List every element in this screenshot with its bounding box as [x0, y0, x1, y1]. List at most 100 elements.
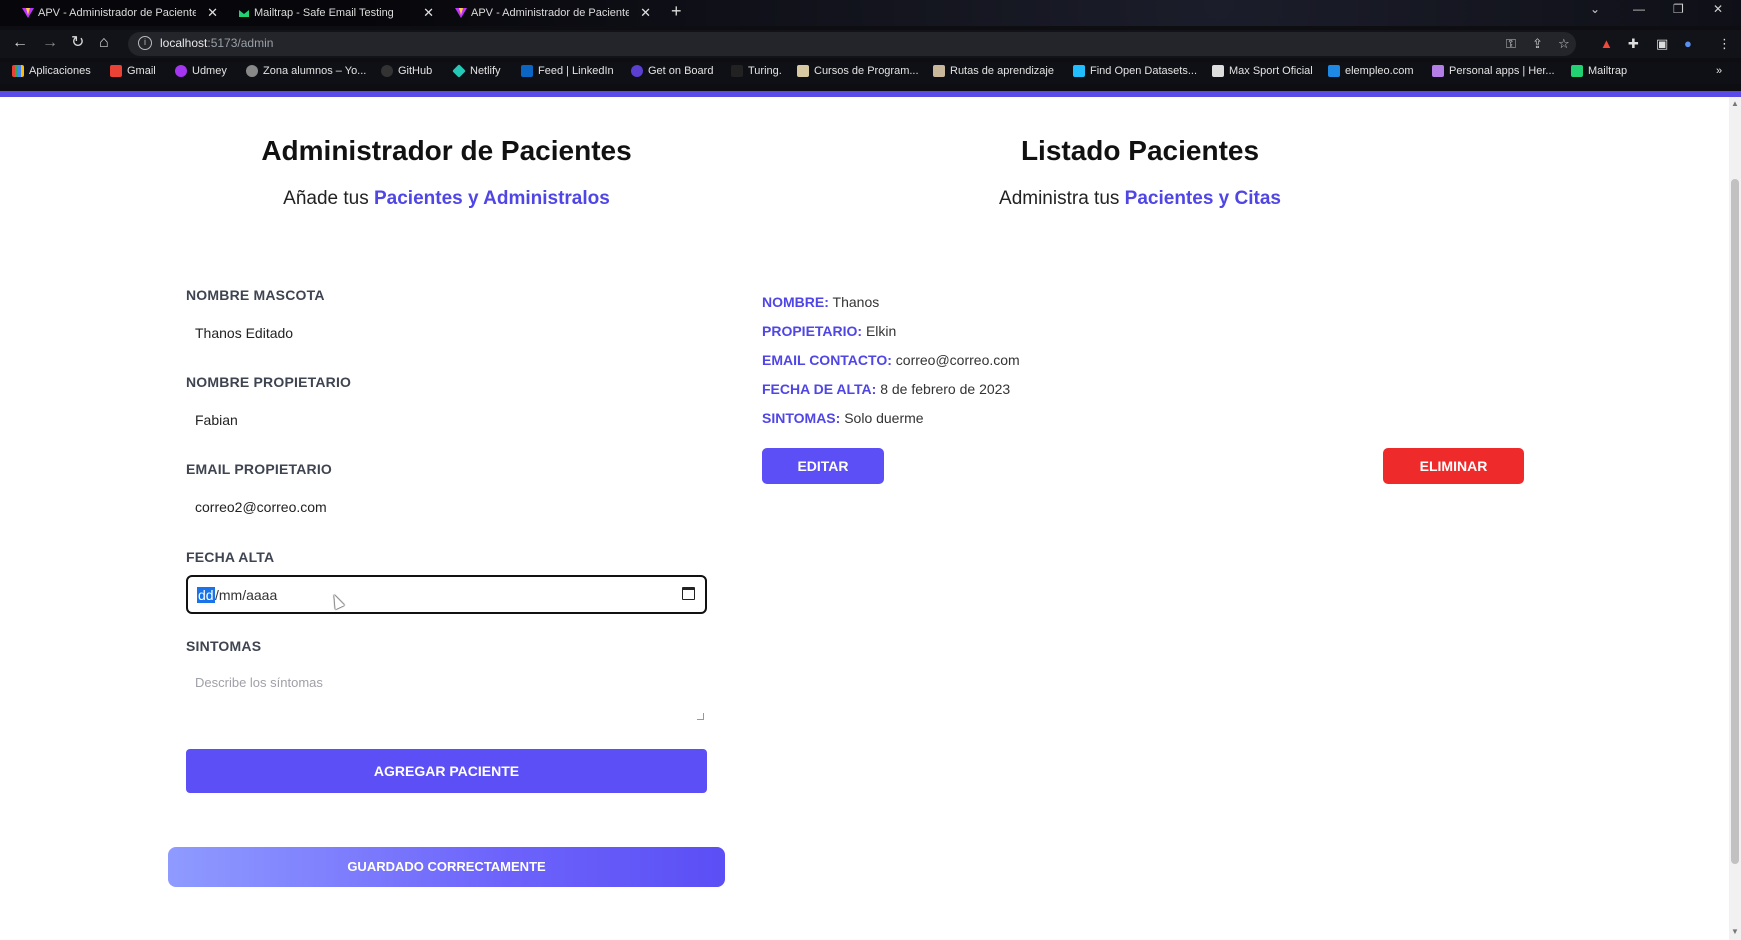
close-icon[interactable]: ✕ [640, 5, 651, 21]
browser-chrome: APV - Administrador de Pacientes ✕ Mailt… [0, 0, 1741, 97]
symptoms-textarea[interactable]: Describe los síntomas [186, 667, 707, 723]
patient-name-row: NOMBRE: Thanos [762, 294, 879, 310]
bookmark-apps[interactable]: Aplicaciones [12, 65, 91, 77]
udemy-icon [175, 65, 187, 77]
patient-email-row: EMAIL CONTACTO: correo@correo.com [762, 352, 1020, 368]
info-icon[interactable]: i [138, 36, 152, 50]
routes-icon [933, 65, 945, 77]
close-icon[interactable]: ✕ [423, 5, 434, 21]
extension-icon[interactable]: ▲ [1600, 36, 1613, 51]
bookmark-datasets[interactable]: Find Open Datasets... [1073, 65, 1197, 77]
add-patient-button[interactable]: AGREGAR PACIENTE [186, 749, 707, 793]
pet-name-input[interactable]: Thanos Editado [186, 325, 707, 341]
sidebar-icon[interactable]: ▣ [1656, 36, 1668, 52]
globe-icon [246, 65, 258, 77]
bookmark-personal-apps[interactable]: Personal apps | Her... [1432, 65, 1555, 77]
scroll-down-icon[interactable]: ▼ [1731, 927, 1739, 936]
profile-avatar-icon[interactable]: ● [1684, 36, 1692, 51]
bookmark-gmail[interactable]: Gmail [110, 65, 156, 77]
date-label: FECHA ALTA [186, 549, 275, 565]
bookmark-get-on-board[interactable]: Get on Board [631, 65, 713, 77]
scrollbar-thumb[interactable] [1731, 179, 1739, 864]
reload-icon[interactable]: ↻ [71, 34, 84, 52]
bookmark-cursos[interactable]: Cursos de Program... [797, 65, 919, 77]
home-icon[interactable]: ⌂ [99, 34, 109, 52]
key-icon[interactable]: ⚿ [1506, 36, 1516, 52]
mailtrap-icon [1571, 65, 1583, 77]
edit-button[interactable]: EDITAR [762, 448, 884, 484]
scrollbar[interactable]: ▲ ▼ [1729, 97, 1741, 940]
forward-icon[interactable]: → [42, 34, 58, 52]
field-key: PROPIETARIO: [762, 323, 863, 339]
new-tab-icon[interactable]: + [671, 1, 682, 22]
patient-symptoms-row: SINTOMAS: Solo duerme [762, 410, 924, 426]
bookmark-elempleo[interactable]: elempleo.com [1328, 65, 1413, 77]
bookmark-netlify[interactable]: Netlify [452, 64, 501, 78]
date-rest-segment[interactable]: /mm/aaaa [215, 587, 277, 603]
close-icon[interactable]: ✕ [207, 5, 218, 21]
bookmark-github[interactable]: GitHub [381, 65, 432, 77]
field-key: SINTOMAS: [762, 410, 841, 426]
patient-owner-row: PROPIETARIO: Elkin [762, 323, 896, 339]
bookmark-rutas[interactable]: Rutas de aprendizaje [933, 65, 1054, 77]
bookmark-udemy[interactable]: Udmey [175, 65, 227, 77]
share-icon[interactable]: ⇪ [1532, 36, 1543, 52]
address-row: ← → ↻ ⌂ i localhost:5173/admin ⚿ ⇪ ☆ ▲ ✚… [0, 30, 1741, 58]
turing-icon [731, 65, 743, 77]
symptoms-placeholder: Describe los síntomas [195, 675, 323, 690]
field-value: 8 de febrero de 2023 [880, 381, 1011, 397]
bookmark-max-sport[interactable]: Max Sport Oficial [1212, 65, 1313, 77]
mailtrap-icon [239, 10, 249, 17]
owner-name-label: NOMBRE PROPIETARIO [186, 374, 352, 390]
tab-title: APV - Administrador de Pacientes [38, 7, 196, 19]
close-window-icon[interactable]: ✕ [1713, 2, 1723, 16]
gmail-icon [110, 65, 122, 77]
field-value: Elkin [865, 323, 897, 339]
courses-icon [797, 65, 809, 77]
tab-mailtrap[interactable]: Mailtrap - Safe Email Testing ✕ [236, 2, 436, 24]
field-value: Thanos [832, 294, 880, 310]
date-day-segment[interactable]: dd [197, 587, 215, 603]
back-icon[interactable]: ← [12, 34, 28, 52]
address-bar[interactable]: i localhost:5173/admin ⚿ ⇪ ☆ [128, 32, 1576, 56]
bookmark-mailtrap[interactable]: Mailtrap [1571, 65, 1627, 77]
field-key: NOMBRE: [762, 294, 829, 310]
tab-apv-2[interactable]: APV - Administrador de Pacientes ✕ [453, 2, 653, 24]
tab-apv-1[interactable]: APV - Administrador de Pacientes ✕ [20, 2, 220, 24]
menu-icon[interactable]: ⋮ [1718, 36, 1731, 52]
star-icon[interactable]: ☆ [1558, 36, 1570, 52]
field-key: EMAIL CONTACTO: [762, 352, 892, 368]
bookmark-linkedin[interactable]: Feed | LinkedIn [521, 65, 614, 77]
bookmark-zona-alumnos[interactable]: Zona alumnos – Yo... [246, 65, 366, 77]
form-subtitle: Añade tus Pacientes y Administralos [186, 188, 707, 210]
vite-icon [22, 8, 34, 18]
page-content: ▲ ▼ [0, 97, 1741, 940]
url-text: localhost:5173/admin [160, 36, 274, 50]
pet-name-label: NOMBRE MASCOTA [186, 287, 325, 303]
tab-bar: APV - Administrador de Pacientes ✕ Mailt… [0, 0, 1741, 26]
kaggle-icon [1073, 65, 1085, 77]
delete-button[interactable]: ELIMINAR [1383, 448, 1524, 484]
subtitle-prefix: Añade tus [283, 188, 369, 209]
field-value: correo@correo.com [895, 352, 1020, 368]
owner-name-input[interactable]: Fabian [186, 412, 707, 428]
owner-email-input[interactable]: correo2@correo.com [186, 499, 707, 515]
linkedin-icon [521, 65, 533, 77]
symptoms-label: SINTOMAS [186, 638, 262, 654]
puzzle-icon[interactable]: ✚ [1628, 36, 1639, 52]
date-input[interactable]: dd /mm/aaaa [186, 575, 707, 614]
chevron-down-icon[interactable]: ⌄ [1590, 2, 1600, 16]
calendar-icon[interactable] [682, 587, 695, 600]
minimize-icon[interactable]: — [1633, 2, 1645, 16]
more-bookmarks-icon[interactable]: » [1716, 65, 1722, 77]
bookmark-turing[interactable]: Turing. [731, 65, 782, 77]
resize-handle-icon[interactable] [697, 713, 704, 720]
subtitle-accent: Pacientes y Citas [1124, 188, 1281, 209]
tab-title: Mailtrap - Safe Email Testing [254, 7, 394, 19]
scroll-up-icon[interactable]: ▲ [1731, 99, 1739, 108]
form-title: Administrador de Pacientes [261, 135, 632, 166]
maxsport-icon [1212, 65, 1224, 77]
restore-icon[interactable]: ❐ [1673, 2, 1684, 16]
list-title: Listado Pacientes [1020, 135, 1260, 166]
getonboard-icon [631, 65, 643, 77]
